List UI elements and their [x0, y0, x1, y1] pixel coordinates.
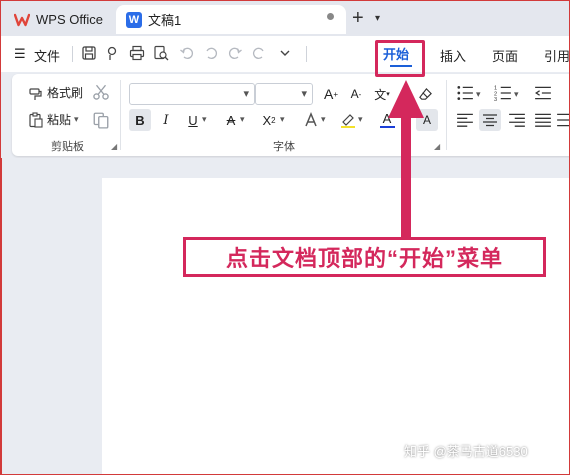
bullet-list-chevron-icon[interactable]: ▾: [476, 89, 481, 100]
tab-list-chevron-icon[interactable]: ▾: [375, 13, 380, 24]
svg-text:3: 3: [494, 97, 497, 102]
wps-office-tab[interactable]: WPS Office: [8, 5, 108, 34]
underline-chevron-icon[interactable]: ▾: [202, 114, 207, 125]
menu-divider: [72, 46, 73, 62]
document-canvas: [0, 158, 570, 475]
menu-bar: ☰ 文件 开始 插入 页面 引用: [0, 36, 570, 72]
paste-label: 粘贴: [47, 113, 72, 127]
cut-icon[interactable]: [92, 83, 110, 101]
undo-icon[interactable]: [178, 44, 196, 62]
font-name-combo[interactable]: ▾: [129, 83, 255, 105]
format-painter-label: 格式刷: [47, 86, 84, 100]
hamburger-menu-icon[interactable]: ☰: [14, 46, 26, 62]
writer-logo-icon: W: [126, 11, 142, 28]
text-effect-icon[interactable]: [300, 109, 322, 131]
strikethrough-button[interactable]: A: [220, 109, 242, 131]
redo-icon[interactable]: [226, 44, 244, 62]
highlight-color-icon[interactable]: [337, 109, 359, 131]
watermark: 知乎 @茶马古道6530: [404, 444, 528, 459]
decrease-indent-icon[interactable]: [534, 84, 552, 102]
clipboard-dialog-launcher-icon[interactable]: ◢: [111, 142, 117, 151]
align-right-icon[interactable]: [508, 111, 526, 129]
increase-font-size-icon[interactable]: A +: [320, 83, 342, 105]
font-size-combo[interactable]: ▾: [255, 83, 313, 105]
tab-insert[interactable]: 插入: [440, 46, 466, 65]
font-size-chevron-icon[interactable]: ▾: [301, 87, 307, 100]
format-painter-icon: [29, 87, 42, 100]
paste-button[interactable]: 粘贴 ▾: [28, 111, 79, 128]
copy-icon[interactable]: [92, 111, 110, 129]
highlight-chevron-icon[interactable]: ▾: [358, 114, 363, 125]
new-tab-plus-icon[interactable]: +: [352, 8, 364, 28]
font-group-label: 字体: [273, 141, 295, 153]
menu-divider: [306, 46, 307, 62]
font-name-chevron-icon[interactable]: ▾: [243, 87, 249, 100]
export-pdf-icon[interactable]: [104, 44, 122, 62]
home-tab-highlight-box: [375, 40, 425, 77]
save-icon[interactable]: [80, 44, 98, 62]
quick-access-chevron-icon[interactable]: [276, 44, 294, 62]
superscript-chevron-icon[interactable]: ▾: [280, 114, 285, 125]
annotation-text: 点击文档顶部的“开始”菜单: [225, 246, 503, 271]
title-bar: WPS Office W 文稿1 + ▾: [0, 0, 570, 36]
font-dialog-launcher-icon[interactable]: ◢: [434, 142, 440, 151]
numbered-list-icon[interactable]: 123: [494, 84, 512, 102]
undo-history-icon[interactable]: [202, 44, 220, 62]
format-painter-button[interactable]: 格式刷: [28, 84, 83, 101]
text-effect-chevron-icon[interactable]: ▾: [321, 114, 326, 125]
bold-button[interactable]: B: [129, 109, 151, 131]
align-left-icon[interactable]: [456, 111, 474, 129]
align-justify-icon[interactable]: [534, 111, 552, 129]
unsaved-dot-icon[interactable]: [327, 13, 334, 20]
print-preview-icon[interactable]: [152, 44, 170, 62]
tab-page[interactable]: 页面: [492, 46, 518, 65]
window-border-left: [0, 158, 2, 475]
file-menu[interactable]: 文件: [34, 46, 60, 65]
document-tab[interactable]: W 文稿1: [116, 5, 346, 34]
annotation-arrow-icon: [388, 80, 424, 242]
distribute-icon[interactable]: [556, 111, 570, 129]
numbered-list-chevron-icon[interactable]: ▾: [514, 89, 519, 100]
align-center-icon[interactable]: [479, 109, 501, 131]
paste-icon: [29, 111, 43, 128]
print-icon[interactable]: [128, 44, 146, 62]
group-divider: [120, 80, 121, 150]
decrease-font-size-icon[interactable]: A-: [345, 83, 367, 105]
italic-button[interactable]: I: [155, 109, 177, 131]
underline-button[interactable]: U: [182, 109, 204, 131]
clipboard-group-label: 剪贴板: [51, 141, 84, 153]
document-tab-label: 文稿1: [148, 13, 182, 28]
bullet-list-icon[interactable]: [456, 84, 474, 102]
strikethrough-chevron-icon[interactable]: ▾: [240, 114, 245, 125]
document-page[interactable]: [102, 178, 570, 475]
superscript-button[interactable]: X2: [258, 109, 280, 131]
group-divider: [446, 80, 447, 150]
paste-chevron-icon[interactable]: ▾: [74, 114, 79, 125]
wps-logo-icon: [14, 13, 30, 26]
annotation-callout: 点击文档顶部的“开始”菜单: [183, 237, 546, 277]
ribbon-toolbar: 格式刷 粘贴 ▾ 剪贴板 ◢ ▾ ▾ A + A- 文 ▾ B I U ▾ A ▾ …: [12, 74, 570, 156]
app-tab-label: WPS Office: [36, 12, 103, 27]
repeat-icon[interactable]: [250, 44, 268, 62]
tab-references[interactable]: 引用: [544, 46, 570, 65]
